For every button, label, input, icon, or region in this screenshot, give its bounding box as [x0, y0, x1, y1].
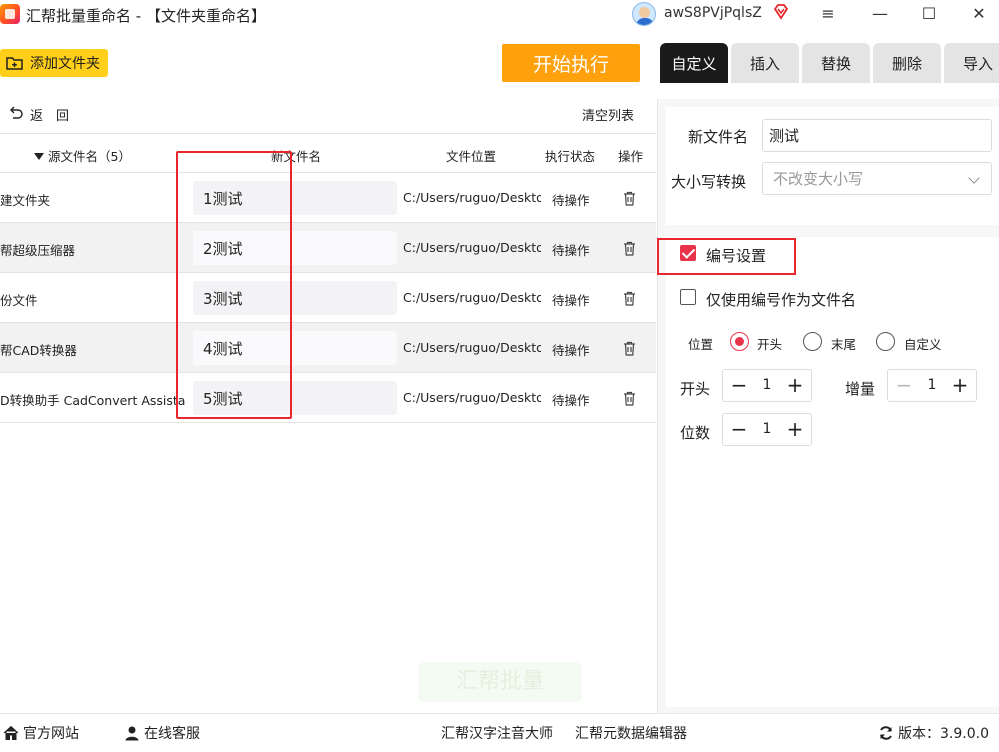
sort-down-icon — [34, 153, 44, 160]
table-row[interactable]: 份文件 3测试 C:/Users/ruguo/Deskto 待操作 — [0, 273, 656, 323]
row-status: 待操作 — [552, 193, 590, 208]
chevron-down-icon — [968, 172, 980, 184]
app-logo-icon — [0, 4, 20, 24]
home-icon — [3, 725, 19, 740]
trash-icon[interactable] — [623, 291, 636, 306]
highlight-box-numbering — [657, 238, 796, 275]
row-status: 待操作 — [552, 343, 590, 358]
row-status: 待操作 — [552, 243, 590, 258]
case-select[interactable]: 不改变大小写 — [762, 162, 992, 195]
table-row[interactable]: 帮超级压缩器 2测试 C:/Users/ruguo/Deskto 待操作 — [0, 223, 656, 273]
version-info[interactable]: 版本：3.9.0.0 — [878, 723, 989, 743]
increment-label: 增量 — [845, 380, 876, 398]
trash-icon[interactable] — [623, 391, 636, 406]
digits-stepper: − 1 + — [722, 413, 812, 446]
pinyin-master-link[interactable]: 汇帮汉字注音大师 — [441, 723, 553, 743]
row-location: C:/Users/ruguo/Deskto — [403, 340, 541, 355]
row-status: 待操作 — [552, 293, 590, 308]
trash-icon[interactable] — [623, 191, 636, 206]
row-location: C:/Users/ruguo/Deskto — [403, 240, 541, 255]
window-title: 汇帮批量重命名 - 【文件夹重命名】 — [26, 7, 266, 25]
only-number-checkbox[interactable] — [680, 289, 696, 305]
digits-label: 位数 — [680, 424, 711, 442]
row-location: C:/Users/ruguo/Deskto — [403, 390, 541, 405]
digits-value[interactable]: 1 — [753, 414, 781, 445]
case-select-value: 不改变大小写 — [773, 170, 864, 188]
start-value[interactable]: 1 — [753, 370, 781, 401]
tab-import[interactable]: 导入 — [944, 43, 999, 83]
minimize-button[interactable]: — — [868, 3, 892, 25]
tab-custom[interactable]: 自定义 — [660, 43, 728, 83]
clear-list-button[interactable]: 清空列表 — [582, 105, 634, 124]
table-row[interactable]: 建文件夹 1测试 C:/Users/ruguo/Deskto 待操作 — [0, 173, 656, 223]
only-number-label: 仅使用编号作为文件名 — [706, 291, 857, 309]
row-source: 帮CAD转换器 — [0, 343, 77, 358]
menu-icon[interactable]: ≡ — [816, 3, 840, 25]
metadata-editor-link[interactable]: 汇帮元数据编辑器 — [575, 723, 687, 743]
folder-plus-icon — [6, 57, 23, 70]
table-row[interactable]: D转换助手 CadConvert Assistant 5测试 C:/Users/… — [0, 373, 656, 423]
trash-icon[interactable] — [623, 341, 636, 356]
start-stepper: − 1 + — [722, 369, 812, 402]
vip-diamond-icon[interactable] — [772, 3, 790, 21]
add-folder-button[interactable]: 添加文件夹 — [0, 49, 108, 77]
header-location: 文件位置 — [446, 149, 497, 164]
undo-icon[interactable] — [8, 106, 24, 120]
tab-replace[interactable]: 替换 — [802, 43, 870, 83]
table-row[interactable]: 帮CAD转换器 4测试 C:/Users/ruguo/Deskto 待操作 — [0, 323, 656, 373]
headset-icon — [125, 726, 139, 741]
start-label: 开头 — [680, 380, 711, 398]
website-link[interactable]: 官方网站 — [3, 723, 79, 743]
increment-stepper: − 1 + — [887, 369, 977, 402]
position-start-radio[interactable] — [730, 332, 749, 351]
header-ops: 操作 — [618, 149, 644, 164]
tab-insert[interactable]: 插入 — [731, 43, 799, 83]
add-folder-label: 添加文件夹 — [30, 56, 100, 72]
user-avatar[interactable] — [632, 2, 656, 26]
increment-increment-button[interactable]: + — [946, 370, 974, 401]
start-decrement-button[interactable]: − — [725, 370, 753, 401]
trash-icon[interactable] — [623, 241, 636, 256]
tab-delete[interactable]: 删除 — [873, 43, 941, 83]
header-source[interactable]: 源文件名（5） — [34, 146, 131, 165]
footer: 官方网站 在线客服 汇帮汉字注音大师 汇帮元数据编辑器 版本：3.9.0.0 — [0, 713, 999, 752]
row-status: 待操作 — [552, 393, 590, 408]
position-custom-radio[interactable] — [876, 332, 895, 351]
title-bar: 汇帮批量重命名 - 【文件夹重命名】 awS8PVjPqlsZ ≡ — ☐ ✕ — [0, 0, 999, 30]
support-link[interactable]: 在线客服 — [124, 723, 200, 743]
refresh-icon — [880, 726, 892, 740]
position-custom-label: 自定义 — [904, 337, 942, 352]
row-location: C:/Users/ruguo/Deskto — [403, 290, 541, 305]
position-label: 位置 — [688, 337, 714, 352]
close-button[interactable]: ✕ — [967, 3, 991, 25]
new-name-label: 新文件名 — [688, 128, 749, 146]
digits-decrement-button[interactable]: − — [725, 414, 753, 445]
position-end-radio[interactable] — [803, 332, 822, 351]
start-button[interactable]: 开始执行 — [502, 44, 640, 82]
table-header: 源文件名（5） 新文件名 文件位置 执行状态 操作 — [0, 133, 656, 173]
case-label: 大小写转换 — [671, 173, 747, 191]
username[interactable]: awS8PVjPqlsZ — [664, 5, 762, 21]
rule-tabs: 自定义 插入 替换 删除 导入 — [660, 43, 999, 83]
increment-decrement-button[interactable]: − — [890, 370, 918, 401]
row-source: 份文件 — [0, 293, 38, 308]
position-end-label: 末尾 — [831, 337, 857, 352]
increment-value[interactable]: 1 — [918, 370, 946, 401]
digits-increment-button[interactable]: + — [781, 414, 809, 445]
watermark: 汇帮批量 — [418, 662, 582, 702]
row-source: D转换助手 CadConvert Assistant — [0, 393, 186, 408]
row-location: C:/Users/ruguo/Deskto — [403, 190, 541, 205]
highlight-box-new-names — [176, 151, 292, 419]
row-source: 建文件夹 — [0, 193, 51, 208]
maximize-button[interactable]: ☐ — [917, 3, 941, 25]
header-status: 执行状态 — [545, 149, 596, 164]
list-toolbar: 返 回 清空列表 — [0, 98, 656, 132]
undo-button[interactable]: 返 回 — [30, 105, 69, 124]
row-source: 帮超级压缩器 — [0, 243, 76, 258]
position-start-label: 开头 — [757, 337, 783, 352]
start-increment-button[interactable]: + — [781, 370, 809, 401]
new-name-input[interactable]: 测试 — [762, 119, 992, 152]
